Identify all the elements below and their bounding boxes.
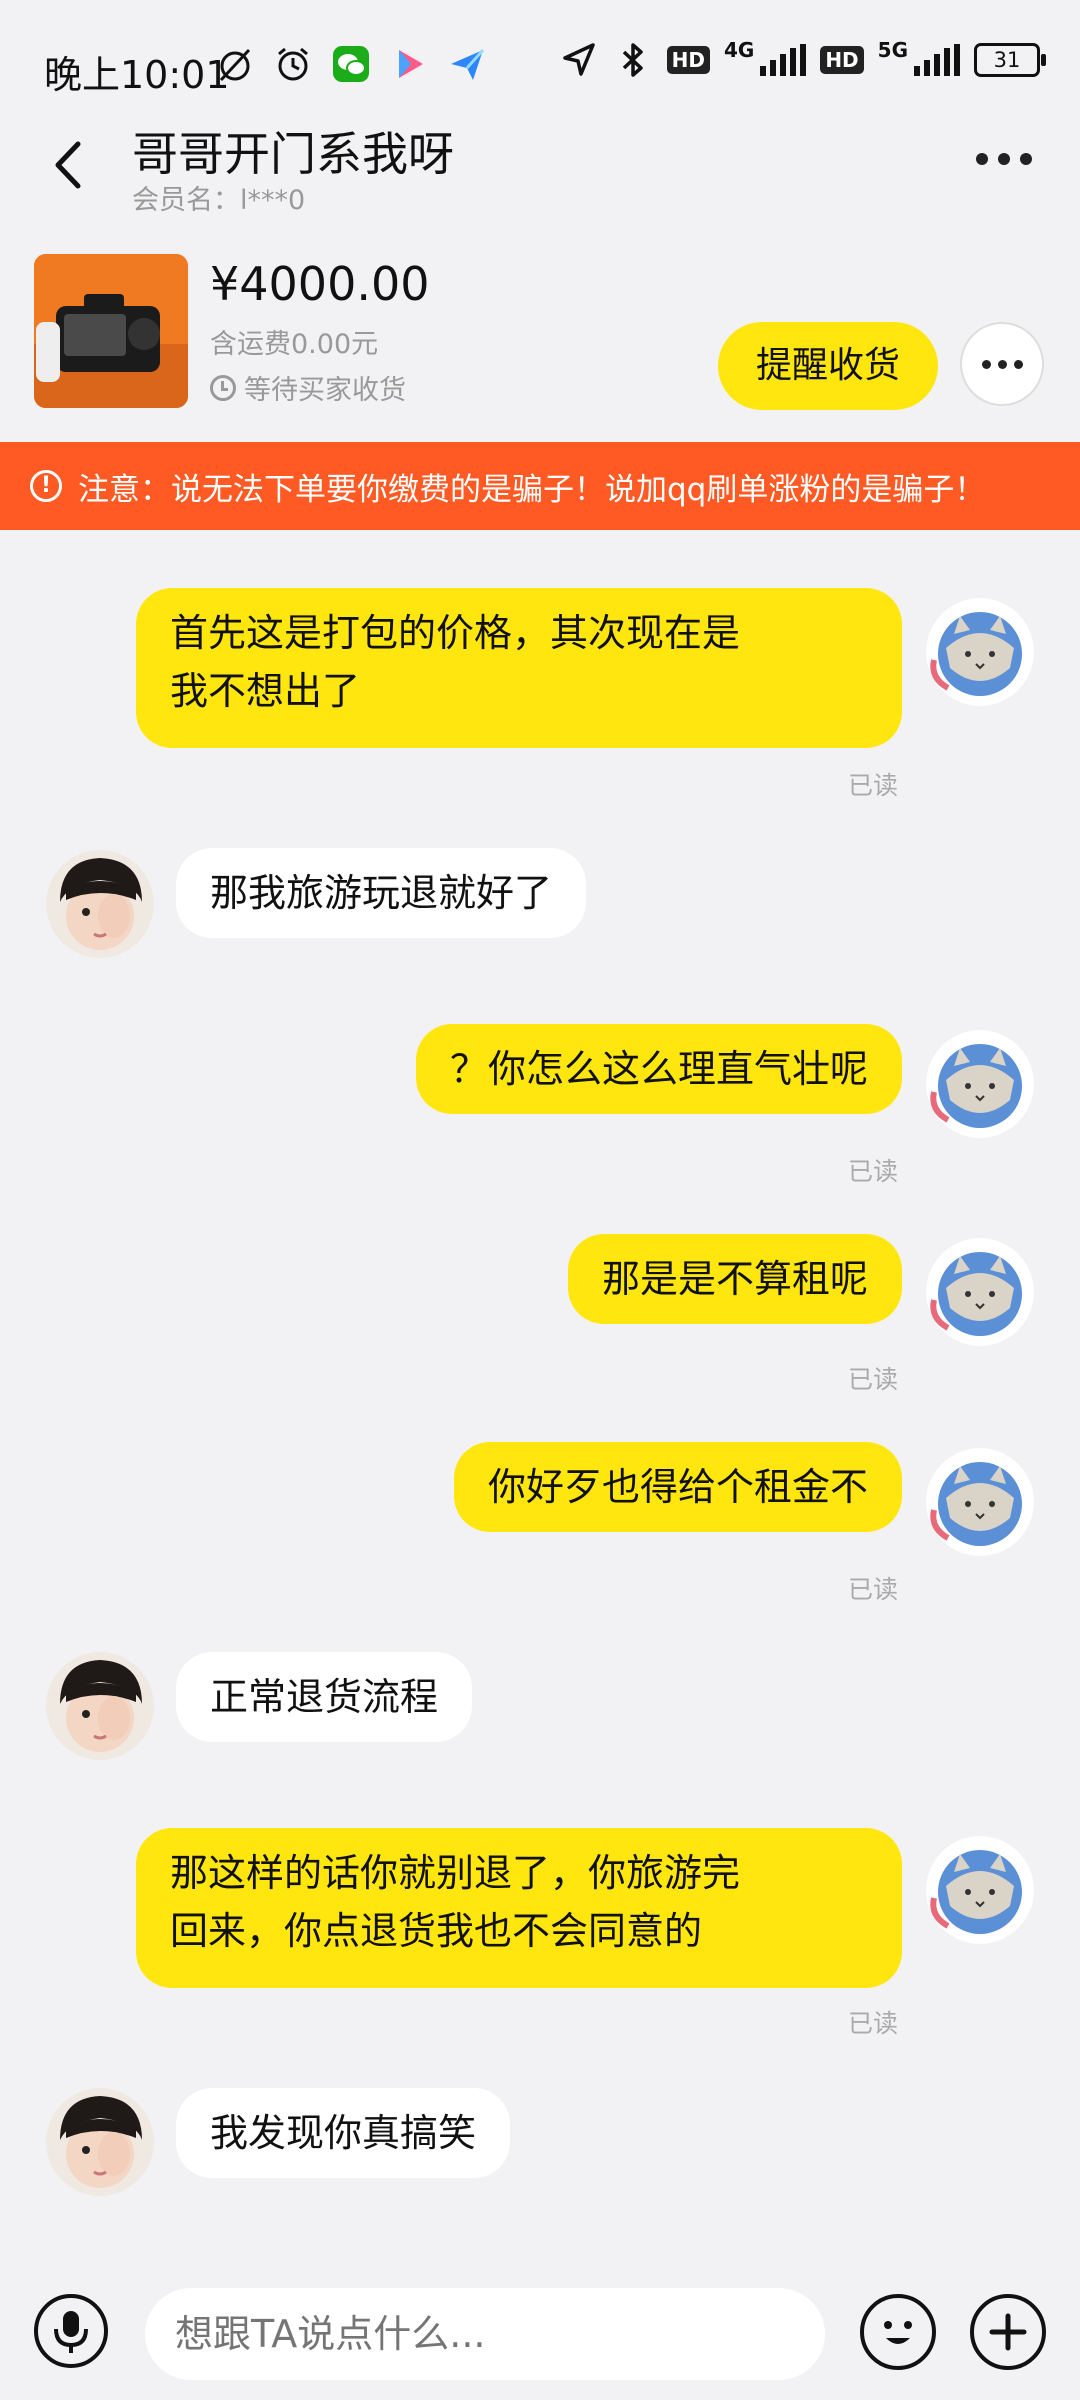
- microphone-icon: [54, 2311, 88, 2353]
- wechat-icon: [333, 46, 369, 82]
- read-status: 已读: [848, 1575, 899, 1604]
- status-icons-right: HD 4G HD 5G 31: [559, 38, 1046, 80]
- message-line: 那这样的话你就别退了，你旅游完: [170, 1851, 741, 1895]
- video-play-icon: [399, 50, 423, 78]
- warning-text: 注意：说无法下单要你缴费的是骗子！说加qq刷单涨粉的是骗子！: [78, 471, 986, 508]
- more-actions-button[interactable]: [970, 2294, 1046, 2370]
- battery-icon: 31: [974, 43, 1046, 77]
- order-status: 等待买家收货: [210, 368, 406, 407]
- product-card[interactable]: ¥4000.00 含运费0.00元 等待买家收货 提醒收货: [0, 242, 1080, 442]
- hd-badge: HD: [666, 46, 710, 74]
- warning-icon: !: [30, 470, 62, 502]
- status-icons-left: [215, 44, 487, 84]
- message-line: 回来，你点退货我也不会同意的: [170, 1909, 703, 1953]
- dot-icon: [981, 359, 991, 369]
- my-avatar[interactable]: [926, 1448, 1034, 1556]
- cat-avatar-icon: [926, 1448, 1034, 1556]
- alarm-icon: [278, 47, 308, 81]
- chat-title: 哥哥开门系我呀: [132, 127, 454, 181]
- chat-header: 哥哥开门系我呀 会员名：l***0: [0, 110, 1080, 220]
- status-bar: 晚上10:01 HD 4G HD 5G 31: [0, 0, 1080, 120]
- fraud-warning-banner: ! 注意：说无法下单要你缴费的是骗子！说加qq刷单涨粉的是骗子！: [0, 442, 1080, 530]
- emoji-button[interactable]: [860, 2294, 936, 2370]
- message-bubble-sent[interactable]: 你好歹也得给个租金不: [453, 1442, 902, 1532]
- product-more-button[interactable]: [960, 322, 1044, 406]
- status-time: 晚上10:01: [44, 53, 230, 97]
- message-line: 首先这是打包的价格，其次现在是: [170, 611, 741, 655]
- contact-avatar[interactable]: [46, 1652, 154, 1760]
- child-avatar-image: [46, 1652, 154, 1760]
- bluetooth-icon: [622, 43, 643, 77]
- message-bubble-sent[interactable]: ？你怎么这么理直气壮呢: [415, 1024, 902, 1114]
- cat-avatar-icon: [926, 1030, 1034, 1138]
- location-icon: [562, 43, 595, 76]
- hd-badge-2: HD: [820, 46, 864, 74]
- shipping-fee: 含运费0.00元: [210, 329, 379, 360]
- message-bubble-sent[interactable]: 那是是不算租呢: [567, 1234, 902, 1324]
- dot-icon: [1013, 359, 1023, 369]
- member-name: 会员名：l***0: [132, 185, 306, 216]
- product-thumbnail[interactable]: [34, 254, 188, 408]
- my-avatar[interactable]: [926, 1238, 1034, 1346]
- my-avatar[interactable]: [926, 598, 1034, 706]
- read-status: 已读: [848, 1365, 899, 1394]
- more-options-button[interactable]: [976, 144, 1040, 174]
- network-label-4g: 4G: [723, 38, 755, 62]
- product-price: ¥4000.00: [210, 257, 430, 311]
- send-app-icon: [451, 49, 485, 80]
- order-status-text: 等待买家收货: [244, 375, 406, 406]
- my-avatar[interactable]: [926, 1030, 1034, 1138]
- read-status: 已读: [848, 771, 899, 800]
- message-input[interactable]: [145, 2288, 825, 2380]
- read-status: 已读: [848, 1157, 899, 1186]
- network-label-5g: 5G: [877, 38, 908, 62]
- my-avatar[interactable]: [926, 1836, 1034, 1944]
- signal-bars-icon: [760, 44, 807, 76]
- signal-bars-icon-2: [914, 44, 960, 76]
- message-bubble-received[interactable]: 我发现你真搞笑: [176, 2088, 511, 2178]
- dot-icon: [997, 359, 1007, 369]
- plus-icon: [989, 2313, 1027, 2351]
- dot-icon: [1020, 153, 1032, 165]
- camera-image: [34, 254, 188, 408]
- cat-avatar-icon: [926, 598, 1034, 706]
- cat-avatar-icon: [926, 1238, 1034, 1346]
- cat-avatar-icon: [926, 1836, 1034, 1944]
- dot-icon: [998, 153, 1010, 165]
- voice-input-button[interactable]: [34, 2294, 108, 2368]
- message-bubble-received[interactable]: 那我旅游玩退就好了: [176, 848, 587, 938]
- message-line: 我不想出了: [170, 669, 361, 713]
- message-bubble-sent[interactable]: 那这样的话你就别退了，你旅游完 回来，你点退货我也不会同意的: [136, 1828, 902, 1988]
- contact-avatar[interactable]: [46, 2088, 154, 2196]
- input-bar: [0, 2260, 1080, 2400]
- clock-icon: [210, 374, 236, 401]
- remind-receipt-button[interactable]: 提醒收货: [718, 322, 938, 410]
- contact-avatar[interactable]: [46, 850, 154, 958]
- child-avatar-image: [46, 850, 154, 958]
- read-status: 已读: [848, 2009, 899, 2038]
- alarm-off-icon: [219, 48, 251, 82]
- back-arrow-icon[interactable]: [40, 130, 100, 200]
- message-bubble-sent[interactable]: 首先这是打包的价格，其次现在是 我不想出了: [136, 588, 902, 748]
- child-avatar-image: [46, 2088, 154, 2196]
- emoji-icon: [884, 2321, 912, 2344]
- dot-icon: [976, 153, 988, 165]
- message-bubble-received[interactable]: 正常退货流程: [176, 1652, 473, 1742]
